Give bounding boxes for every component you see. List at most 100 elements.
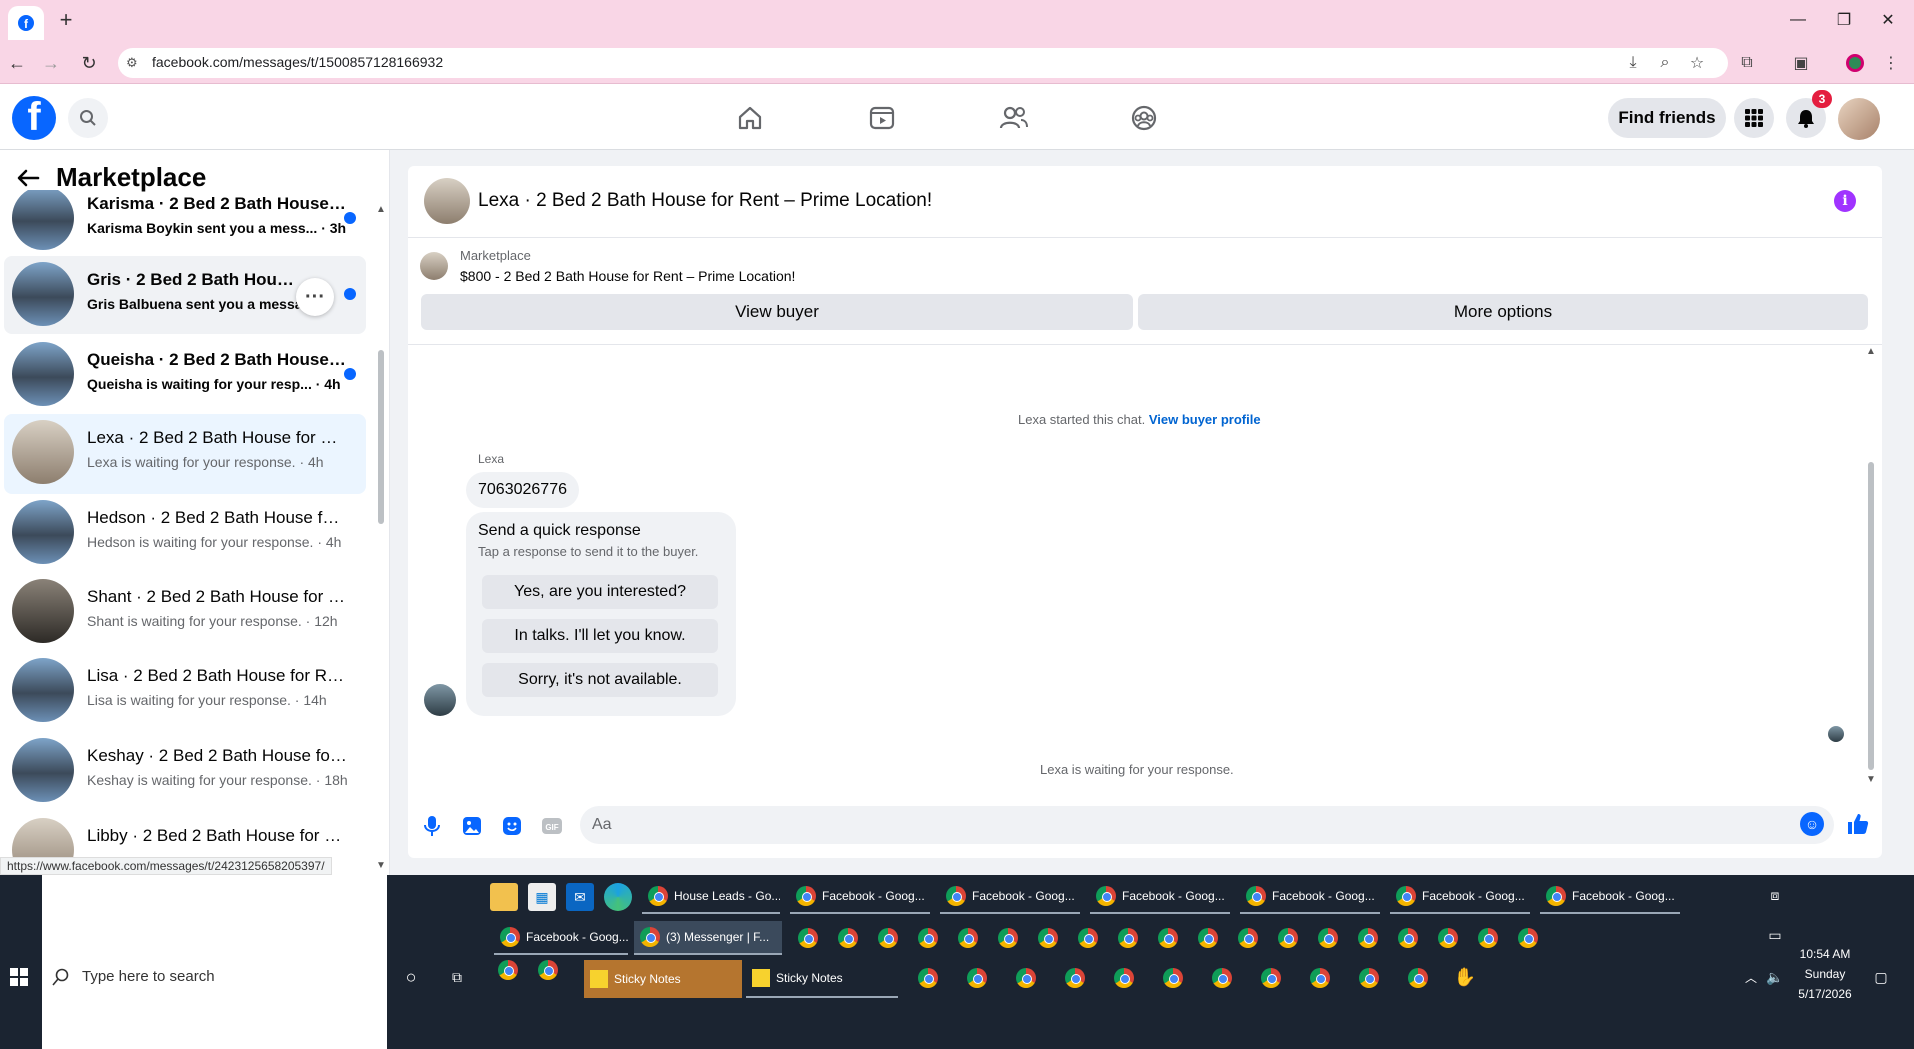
menu-grid-icon[interactable] <box>1734 98 1774 138</box>
conversation-item-lexa[interactable]: Lexa · 2 Bed 2 Bath House for Re... Lexa… <box>4 414 366 494</box>
taskbar-search-input[interactable]: Type here to search <box>82 968 215 985</box>
edge-icon[interactable] <box>604 883 632 911</box>
listing-title[interactable]: $800 - 2 Bed 2 Bath House for Rent – Pri… <box>460 268 795 284</box>
quick-response-in-talks[interactable]: In talks. I'll let you know. <box>482 619 718 653</box>
sticker-icon[interactable] <box>500 814 524 838</box>
restore-button[interactable]: ❐ <box>1822 6 1866 34</box>
chrome-icon[interactable] <box>1518 928 1538 948</box>
forward-button[interactable]: → <box>38 50 64 76</box>
like-icon[interactable] <box>1844 810 1872 838</box>
chrome-icon[interactable] <box>1478 928 1498 948</box>
video-icon[interactable] <box>862 100 902 136</box>
back-button[interactable]: ← <box>4 50 30 76</box>
taskbar-app-facebook-5[interactable]: Facebook - Goog... <box>1390 880 1530 914</box>
chrome-icon[interactable] <box>838 928 858 948</box>
chrome-icon[interactable] <box>1212 968 1232 988</box>
taskbar-app-messenger[interactable]: (3) Messenger | F... <box>634 921 782 955</box>
chrome-icon[interactable] <box>1114 968 1134 988</box>
taskbar-app-facebook-3[interactable]: Facebook - Goog... <box>1090 880 1230 914</box>
minimize-button[interactable]: — <box>1776 6 1820 34</box>
chat-scrollbar[interactable] <box>1868 462 1874 770</box>
chrome-icon[interactable] <box>1078 928 1098 948</box>
conversation-item-queisha[interactable]: Queisha · 2 Bed 2 Bath House f... Queish… <box>4 336 366 412</box>
microphone-icon[interactable] <box>420 814 444 838</box>
close-window-button[interactable]: ✕ <box>1866 6 1910 34</box>
file-explorer-icon[interactable] <box>490 883 518 911</box>
screen-capture-icon[interactable]: ⧈ <box>1764 884 1786 906</box>
sidepanel-icon[interactable]: ▣ <box>1788 50 1814 76</box>
chrome-icon[interactable] <box>498 960 518 980</box>
profile-icon[interactable] <box>1842 50 1868 76</box>
image-icon[interactable] <box>460 814 484 838</box>
conversation-item-keshay[interactable]: Keshay · 2 Bed 2 Bath House for ... Kesh… <box>4 732 366 808</box>
taskbar-app-sticky-notes-1[interactable]: Sticky Notes <box>584 960 742 998</box>
chrome-icon[interactable] <box>798 928 818 948</box>
chrome-icon[interactable] <box>1158 928 1178 948</box>
chrome-icon[interactable] <box>1163 968 1183 988</box>
chrome-icon[interactable] <box>998 928 1018 948</box>
zoom-icon[interactable]: ⌕ <box>1652 50 1678 76</box>
scroll-up-arrow[interactable]: ▲ <box>376 204 386 215</box>
chrome-icon[interactable] <box>1016 968 1036 988</box>
friends-icon[interactable] <box>994 100 1034 136</box>
emoji-icon[interactable]: ☺ <box>1800 812 1824 836</box>
extensions-icon[interactable]: ⧉ <box>1734 50 1760 76</box>
url-text[interactable]: facebook.com/messages/t/1500857128166932 <box>152 54 443 70</box>
message-bubble[interactable]: 7063026776 <box>466 472 579 508</box>
conversation-item-lisa[interactable]: Lisa · 2 Bed 2 Bath House for Re... Lisa… <box>4 652 366 728</box>
view-buyer-profile-link[interactable]: View buyer profile <box>1149 412 1261 427</box>
quick-response-not-available[interactable]: Sorry, it's not available. <box>482 663 718 697</box>
chrome-icon[interactable] <box>967 968 987 988</box>
chrome-icon[interactable] <box>1408 968 1428 988</box>
chrome-icon[interactable] <box>1261 968 1281 988</box>
facebook-logo[interactable]: f <box>12 96 56 140</box>
sender-avatar[interactable] <box>424 684 456 716</box>
notifications-icon[interactable]: ▢ <box>1870 966 1892 988</box>
taskbar-app-facebook-6[interactable]: Facebook - Goog... <box>1540 880 1680 914</box>
store-icon[interactable]: ▦ <box>528 883 556 911</box>
browser-menu-icon[interactable]: ⋮ <box>1878 50 1904 76</box>
taskbar-app-sticky-notes-2[interactable]: Sticky Notes <box>746 960 898 998</box>
chrome-icon[interactable] <box>1310 968 1330 988</box>
chrome-icon[interactable] <box>1358 928 1378 948</box>
chrome-icon[interactable] <box>1065 968 1085 988</box>
windows-start-icon[interactable] <box>10 968 28 986</box>
chrome-icon[interactable] <box>878 928 898 948</box>
more-options-button[interactable]: More options <box>1138 294 1868 330</box>
chrome-icon[interactable] <box>1359 968 1379 988</box>
scroll-down-arrow[interactable]: ▼ <box>376 860 386 871</box>
mail-icon[interactable]: ✉ <box>566 883 594 911</box>
left-scrollbar[interactable] <box>378 350 384 524</box>
groups-icon[interactable] <box>1124 100 1164 136</box>
browser-tab-facebook[interactable]: f <box>8 6 44 40</box>
quick-response-interested[interactable]: Yes, are you interested? <box>482 575 718 609</box>
bookmark-star-icon[interactable]: ☆ <box>1684 50 1710 76</box>
conversation-item-karisma[interactable]: Karisma · 2 Bed 2 Bath House f... Karism… <box>4 190 366 256</box>
gif-icon[interactable]: GIF <box>540 814 564 838</box>
chrome-icon[interactable] <box>1278 928 1298 948</box>
clock[interactable]: 10:54 AM Sunday 5/17/2026 <box>1790 944 1860 1004</box>
home-icon[interactable] <box>730 100 770 136</box>
task-view-icon[interactable]: ⧉ <box>446 966 468 988</box>
volume-icon[interactable]: 🔈 <box>1764 966 1786 988</box>
tray-chevron-icon[interactable]: ︿ <box>1740 966 1762 988</box>
account-avatar[interactable] <box>1838 98 1880 140</box>
chrome-icon[interactable] <box>918 968 938 988</box>
message-input[interactable] <box>580 806 1834 844</box>
chrome-icon[interactable] <box>1118 928 1138 948</box>
hand-tool-icon[interactable]: ✋ <box>1454 966 1476 988</box>
chrome-icon[interactable] <box>1438 928 1458 948</box>
info-icon[interactable]: i <box>1834 190 1856 212</box>
site-settings-icon[interactable]: ⚙ <box>126 55 142 71</box>
chrome-icon[interactable] <box>1198 928 1218 948</box>
conversation-item-shant[interactable]: Shant · 2 Bed 2 Bath House for R... Shan… <box>4 573 366 649</box>
taskbar-app-facebook-4[interactable]: Facebook - Goog... <box>1240 880 1380 914</box>
chat-scroll-down-arrow[interactable]: ▼ <box>1866 774 1876 785</box>
chat-listing-avatar[interactable] <box>424 178 470 224</box>
chat-scroll-up-arrow[interactable]: ▲ <box>1866 346 1876 357</box>
find-friends-button[interactable]: Find friends <box>1608 98 1726 138</box>
chrome-icon[interactable] <box>958 928 978 948</box>
conversation-more-button[interactable]: ··· <box>296 278 334 316</box>
message-input-placeholder[interactable]: Aa <box>592 816 612 834</box>
chrome-icon[interactable] <box>1038 928 1058 948</box>
